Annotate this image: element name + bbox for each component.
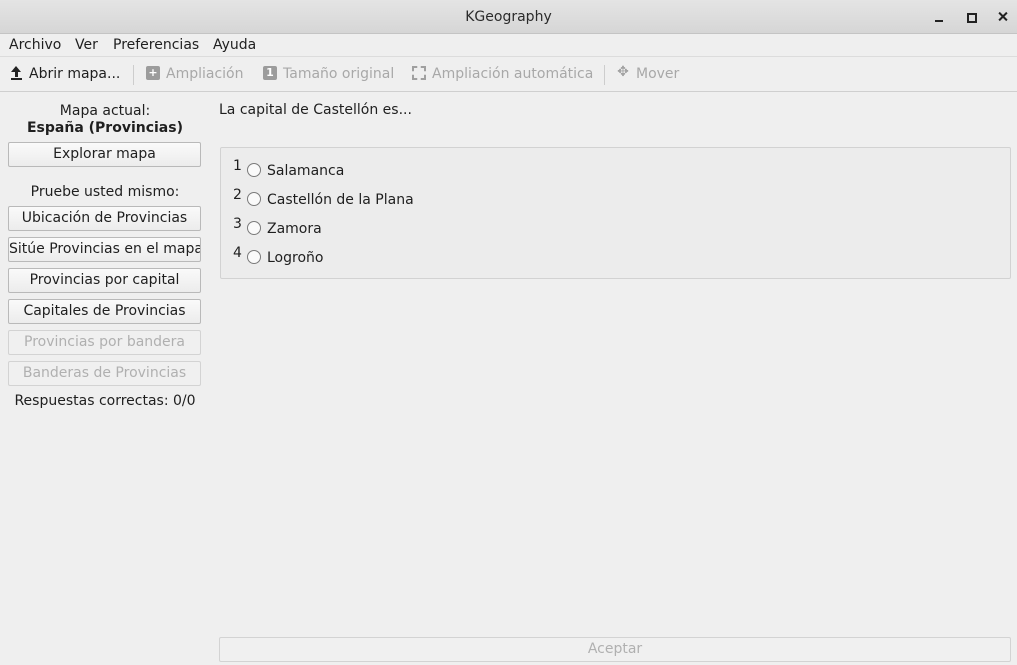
option-number: 2 [233,187,242,203]
auto-zoom-label: Ampliación automática [432,66,594,82]
option-label[interactable]: Logroño [267,250,323,266]
window-title: KGeography [465,9,552,25]
close-icon[interactable] [994,8,1012,26]
quiz-provinces-by-capital-button[interactable]: Provincias por capital [8,268,201,293]
option-number: 4 [233,245,242,261]
title-bar: KGeography [0,0,1017,34]
menu-bar: Archivo Ver Preferencias Ayuda [0,34,1017,56]
quiz-flags-button[interactable]: Banderas de Provincias [8,361,201,386]
test-yourself-label: Pruebe usted mismo: [30,184,180,200]
current-map-name: España (Provincias) [26,120,183,136]
original-size-button[interactable]: 1 Tamaño original [263,66,394,82]
radio-button[interactable] [247,163,261,177]
move-button[interactable]: ✥ Mover [616,64,680,82]
radio-button[interactable] [247,250,261,264]
original-size-icon: 1 [263,66,277,80]
option-label[interactable]: Zamora [267,221,322,237]
option-label[interactable]: Salamanca [267,163,344,179]
move-icon: ✥ [617,64,629,80]
toolbar-separator [133,65,134,85]
open-map-label: Abrir mapa... [29,66,121,82]
option-label[interactable]: Castellón de la Plana [267,192,414,208]
upload-icon [9,66,23,80]
open-map-button[interactable]: Abrir mapa... [9,66,120,82]
option-number: 1 [233,158,242,174]
toolbar-separator [604,65,605,85]
accept-button[interactable]: Aceptar [219,637,1011,662]
quiz-place-on-map-button[interactable]: Sitúe Provincias en el mapa [8,237,201,262]
quiz-capitals-button[interactable]: Capitales de Provincias [8,299,201,324]
radio-button[interactable] [247,221,261,235]
minimize-icon[interactable] [930,8,948,26]
auto-zoom-button[interactable]: Ampliación automática [412,66,593,82]
menu-preferencias[interactable]: Preferencias [113,37,199,53]
menu-ver[interactable]: Ver [75,37,98,53]
maximize-icon[interactable] [962,8,980,26]
question-text: La capital de Castellón es... [219,102,412,118]
radio-button[interactable] [247,192,261,206]
quiz-location-button[interactable]: Ubicación de Provincias [8,206,201,231]
toolbar: Abrir mapa... + Ampliación 1 Tamaño origin… [0,56,1017,92]
fit-icon [412,66,426,80]
zoom-in-icon: + [146,66,160,80]
explore-map-button[interactable]: Explorar mapa [8,142,201,167]
move-label: Mover [636,66,680,82]
current-map-label: Mapa actual: [59,103,151,119]
quiz-provinces-by-flag-button[interactable]: Provincias por bandera [8,330,201,355]
zoom-button[interactable]: + Ampliación [146,66,244,82]
menu-archivo[interactable]: Archivo [9,37,61,53]
correct-answers-counter: Respuestas correctas: 0/0 [14,393,196,409]
option-number: 3 [233,216,242,232]
zoom-label: Ampliación [166,66,244,82]
menu-ayuda[interactable]: Ayuda [213,37,256,53]
answer-options-group: 1 Salamanca 2 Castellón de la Plana 3 Za… [220,147,1011,279]
original-size-label: Tamaño original [283,66,395,82]
